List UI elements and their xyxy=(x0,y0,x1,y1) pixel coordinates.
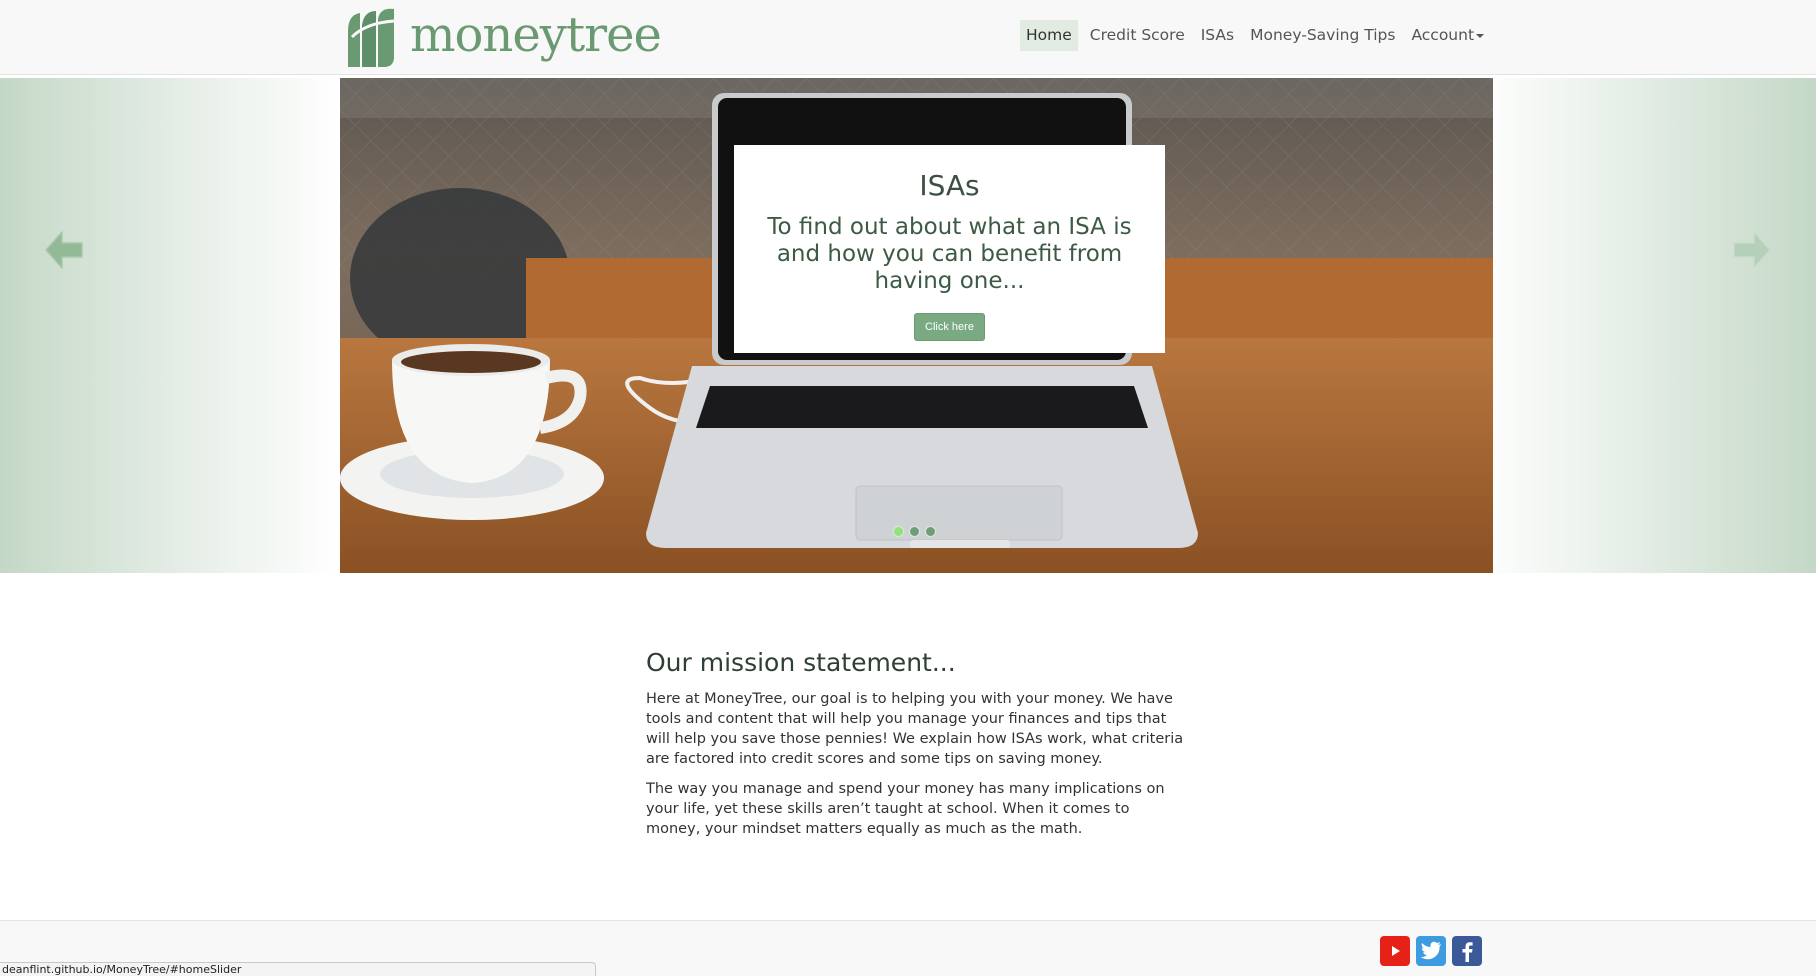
facebook-link[interactable] xyxy=(1452,936,1482,966)
slider-indicator-2[interactable] xyxy=(909,526,920,537)
nav-home[interactable]: Home xyxy=(1020,20,1078,51)
nav-money-saving-tips[interactable]: Money-Saving Tips xyxy=(1242,20,1403,51)
twitter-icon xyxy=(1420,941,1441,960)
home-slider: ISAs To find out about what an ISA is an… xyxy=(0,78,1816,573)
nav-credit-score[interactable]: Credit Score xyxy=(1082,20,1193,51)
twitter-link[interactable] xyxy=(1416,936,1446,966)
slide-title: ISAs xyxy=(919,169,980,202)
mission-paragraph-2: The way you manage and spend your money … xyxy=(646,781,1165,837)
nav-account-dropdown[interactable]: Account xyxy=(1403,20,1492,51)
moneytree-logo-icon xyxy=(348,8,395,67)
brand-name: moneytree xyxy=(410,7,662,63)
social-links xyxy=(1380,936,1482,966)
mission-heading: Our mission statement... xyxy=(646,648,956,677)
slide-image: ISAs To find out about what an ISA is an… xyxy=(340,78,1493,573)
facebook-icon xyxy=(1462,942,1473,962)
slider-indicator-3[interactable] xyxy=(925,526,936,537)
slider-right-panel xyxy=(1476,78,1816,573)
slider-indicators xyxy=(893,526,936,537)
navbar: moneytree Home Credit Score ISAs Money-S… xyxy=(0,0,1816,75)
browser-status-bar: deanflint.github.io/MoneyTree/#homeSlide… xyxy=(0,962,596,976)
arrow-right-icon[interactable] xyxy=(1728,226,1776,274)
slide-text: To find out about what an ISA is and how… xyxy=(767,214,1132,294)
slider-left-panel xyxy=(0,78,340,573)
nav-isas[interactable]: ISAs xyxy=(1193,20,1242,51)
caret-down-icon xyxy=(1476,33,1485,38)
arrow-left-icon[interactable] xyxy=(40,226,88,274)
nav-account-label: Account xyxy=(1411,26,1475,44)
youtube-link[interactable] xyxy=(1380,936,1410,966)
slide-caption: ISAs To find out about what an ISA is an… xyxy=(734,145,1165,353)
brand-logo[interactable]: moneytree xyxy=(344,6,662,70)
slider-indicator-1[interactable] xyxy=(893,526,904,537)
mission-paragraph-1: Here at MoneyTree, our goal is to helpin… xyxy=(646,691,1184,767)
youtube-icon xyxy=(1392,946,1400,956)
main-nav: Home Credit Score ISAs Money-Saving Tips… xyxy=(1020,20,1492,51)
slide-cta-button[interactable]: Click here xyxy=(914,313,985,341)
mission-section: Our mission statement... Here at MoneyTr… xyxy=(646,648,1186,849)
